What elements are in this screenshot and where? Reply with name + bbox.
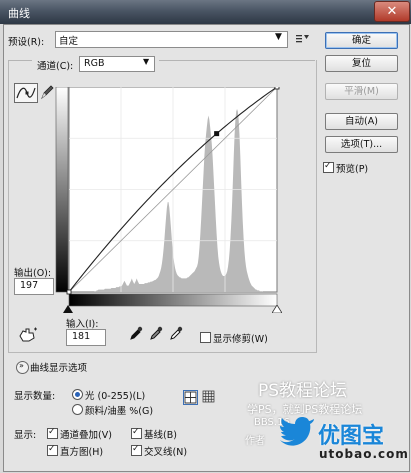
input-gradient	[68, 293, 278, 307]
hand-adjust-icon[interactable]	[17, 327, 39, 343]
light-radio[interactable]	[72, 389, 83, 400]
channel-select[interactable]: RGB ▼	[79, 56, 155, 72]
curve-graph[interactable]	[54, 84, 283, 307]
output-gradient	[55, 86, 69, 293]
preview-checkbox[interactable]	[323, 161, 334, 173]
histogram-label: 直方图(H)	[60, 447, 104, 458]
input-label: 输入(I):	[66, 319, 99, 330]
preset-value: 自定	[59, 36, 79, 47]
pigment-radio[interactable]	[72, 404, 83, 415]
grid-simple-icon[interactable]	[183, 390, 198, 405]
ok-button[interactable]: 确定	[325, 32, 398, 49]
baseline-label: 基线(B)	[144, 430, 177, 441]
histogram-checkbox[interactable]	[47, 444, 58, 456]
brand-logo-text: 优图宝	[318, 424, 385, 449]
title-bar: 曲线 ✕	[0, 0, 411, 24]
expand-options-icon[interactable]: »	[16, 361, 29, 374]
black-point-slider[interactable]	[63, 305, 73, 313]
chevron-down-icon: ▼	[275, 32, 282, 42]
group-line-right	[159, 60, 315, 61]
black-eyedropper-icon[interactable]	[129, 325, 143, 341]
channel-overlay-checkbox[interactable]	[47, 427, 58, 439]
white-point-slider[interactable]	[271, 304, 283, 314]
output-label: 输出(O):	[14, 268, 52, 279]
intersection-label: 交叉线(N)	[144, 447, 188, 458]
gray-eyedropper-icon[interactable]	[149, 325, 163, 341]
display-options-label: 曲线显示选项	[30, 363, 88, 374]
show-clipping-label: 显示修剪(W)	[213, 334, 268, 345]
group-line-left	[8, 60, 32, 61]
preset-select[interactable]: 自定 ▼	[55, 31, 288, 48]
output-value: 197	[20, 280, 39, 291]
output-input[interactable]: 197	[14, 278, 54, 295]
smooth-button[interactable]: 平滑(M)	[325, 83, 398, 100]
curve-point-tool-icon[interactable]	[14, 83, 38, 103]
light-radio-label: 光 (0-255)(L)	[85, 391, 146, 402]
channel-value: RGB	[84, 58, 105, 69]
curve-endpoint-white[interactable]	[274, 84, 280, 90]
grid-detailed-icon[interactable]	[202, 390, 215, 403]
watermark-forum: PS教程论坛	[258, 381, 348, 401]
show-clipping-checkbox[interactable]	[200, 332, 211, 343]
curve-endpoint-black[interactable]	[66, 289, 72, 295]
close-button[interactable]: ✕	[374, 1, 410, 22]
curve-control-point[interactable]	[214, 131, 220, 137]
preset-menu-icon[interactable]	[294, 31, 310, 46]
baseline-checkbox[interactable]	[131, 427, 142, 439]
options-button[interactable]: 选项(T)...	[325, 136, 398, 153]
channel-overlay-label: 通道叠加(V)	[60, 430, 112, 441]
white-eyedropper-icon[interactable]	[169, 325, 183, 341]
input-value: 181	[72, 331, 91, 342]
input-input[interactable]: 181	[66, 329, 106, 346]
brand-url: utobao.com	[319, 447, 409, 461]
show-amount-label: 显示数量:	[14, 391, 56, 402]
auto-button[interactable]: 自动(A)	[325, 113, 398, 130]
show-label: 显示:	[14, 430, 37, 441]
bird-logo-icon	[277, 415, 315, 453]
reset-button[interactable]: 复位	[325, 55, 398, 72]
channel-label: 通道(C):	[37, 61, 74, 72]
window-title: 曲线	[8, 7, 30, 20]
chevron-down-icon: ▼	[143, 57, 150, 66]
pigment-radio-label: 颜料/油墨 %(G)	[85, 406, 154, 417]
intersection-checkbox[interactable]	[131, 444, 142, 456]
preset-label: 预设(R):	[8, 37, 45, 48]
preview-label: 预览(P)	[336, 164, 369, 175]
watermark-author: 作者	[245, 436, 265, 447]
pencil-icon[interactable]	[39, 83, 55, 101]
curve-svg	[55, 84, 283, 307]
